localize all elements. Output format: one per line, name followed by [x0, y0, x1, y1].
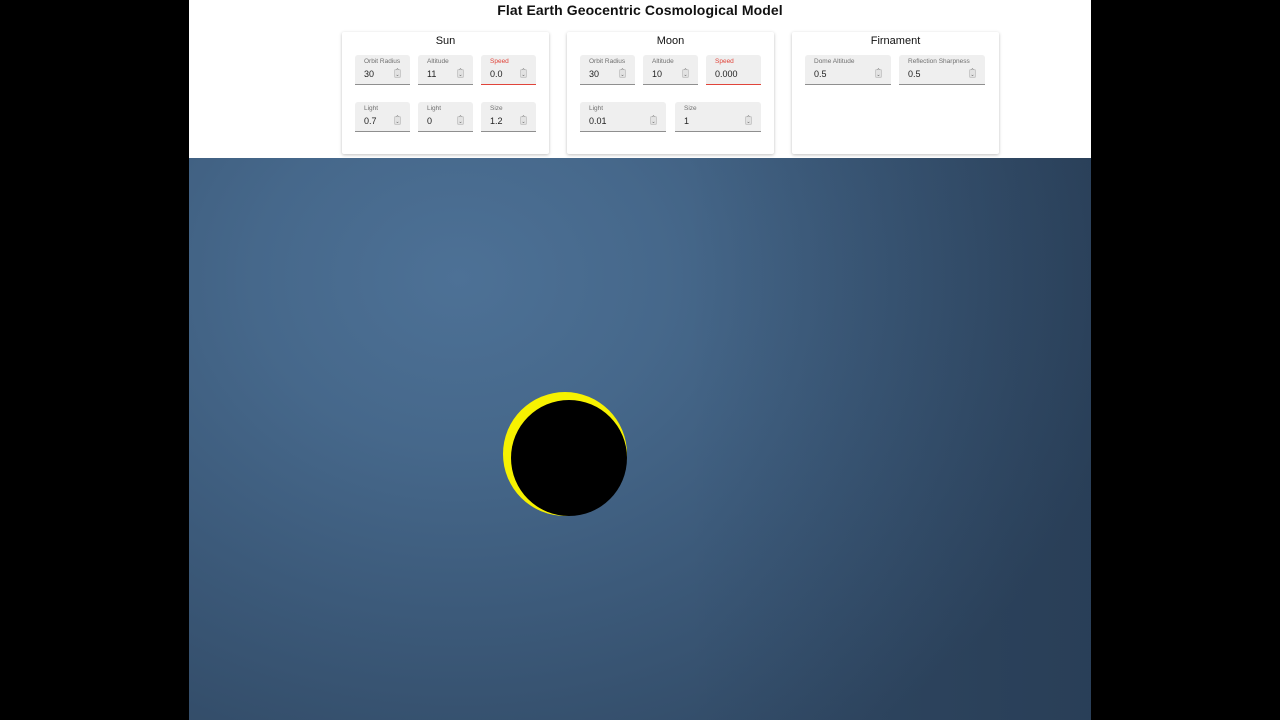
- dome-altitude-field[interactable]: Dome Altitude 0.5 ⌃ ⌄: [805, 55, 891, 85]
- moon-speed-field[interactable]: Speed 0.000: [706, 55, 761, 85]
- number-stepper-icon[interactable]: ⌃ ⌄: [875, 69, 882, 78]
- field-label: Speed: [715, 58, 734, 65]
- firmament-panel-title: Firnament: [870, 35, 921, 47]
- number-stepper-icon[interactable]: ⌃ ⌄: [745, 116, 752, 125]
- field-label: Size: [684, 105, 697, 112]
- number-stepper-icon[interactable]: ⌃ ⌄: [619, 69, 626, 78]
- number-stepper-icon[interactable]: ⌃ ⌄: [682, 69, 689, 78]
- number-stepper-icon[interactable]: ⌃ ⌄: [969, 69, 976, 78]
- scene-viewport[interactable]: [189, 158, 1091, 720]
- field-label: Altitude: [427, 58, 449, 65]
- sun-speed-field[interactable]: Speed 0.0 ⌃ ⌄: [481, 55, 536, 85]
- moon-panel-title: Moon: [656, 35, 685, 47]
- sun-size-input[interactable]: 1.2: [490, 116, 503, 126]
- number-stepper-icon[interactable]: ⌃ ⌄: [457, 116, 464, 125]
- sun-light-field[interactable]: Light 0.7 ⌃ ⌄: [355, 102, 410, 132]
- field-label: Altitude: [652, 58, 674, 65]
- sun-light-input[interactable]: 0.7: [364, 116, 377, 126]
- moon-light-input[interactable]: 0.01: [589, 116, 607, 126]
- moon-size-field[interactable]: Size 1 ⌃ ⌄: [675, 102, 761, 132]
- reflection-sharpness-input[interactable]: 0.5: [908, 69, 921, 79]
- moon-disc: [511, 400, 627, 516]
- number-stepper-icon[interactable]: ⌃ ⌄: [520, 69, 527, 78]
- field-label: Size: [490, 105, 503, 112]
- reflection-sharpness-field[interactable]: Reflection Sharpness 0.5 ⌃ ⌄: [899, 55, 985, 85]
- field-label: Light: [427, 105, 442, 112]
- field-label: Speed: [490, 58, 509, 65]
- page-title: Flat Earth Geocentric Cosmological Model: [497, 2, 783, 18]
- number-stepper-icon[interactable]: ⌃ ⌄: [457, 69, 464, 78]
- number-stepper-icon[interactable]: ⌃ ⌄: [394, 69, 401, 78]
- sun-orbit-radius-field[interactable]: Orbit Radius 30 ⌃ ⌄: [355, 55, 410, 85]
- sun-speed-input[interactable]: 0.0: [490, 69, 503, 79]
- app-window: Flat Earth Geocentric Cosmological Model…: [189, 0, 1091, 720]
- field-label: Orbit Radius: [589, 58, 626, 65]
- field-label: Reflection Sharpness: [908, 58, 970, 65]
- sun-orbit-radius-input[interactable]: 30: [364, 69, 374, 79]
- field-label: Light: [589, 105, 604, 112]
- moon-light-field[interactable]: Light 0.01 ⌃ ⌄: [580, 102, 666, 132]
- sun-altitude-input[interactable]: 11: [427, 69, 436, 79]
- field-label: Light: [364, 105, 379, 112]
- firmament-panel: Firnament Dome Altitude 0.5 ⌃ ⌄ Reflectio…: [792, 32, 999, 154]
- sun-panel-title: Sun: [435, 35, 456, 47]
- moon-altitude-input[interactable]: 10: [652, 69, 662, 79]
- number-stepper-icon[interactable]: ⌃ ⌄: [520, 116, 527, 125]
- sun-panel: Sun Orbit Radius 30 ⌃ ⌄ Altitude 11 ⌃ ⌄ Sp…: [342, 32, 549, 154]
- sun-size-field[interactable]: Size 1.2 ⌃ ⌄: [481, 102, 536, 132]
- field-label: Orbit Radius: [364, 58, 401, 65]
- moon-speed-input[interactable]: 0.000: [715, 69, 738, 79]
- moon-orbit-radius-input[interactable]: 30: [589, 69, 599, 79]
- number-stepper-icon[interactable]: ⌃ ⌄: [650, 116, 657, 125]
- sun-light-2-field[interactable]: Light 0 ⌃ ⌄: [418, 102, 473, 132]
- dome-altitude-input[interactable]: 0.5: [814, 69, 827, 79]
- field-label: Dome Altitude: [814, 58, 855, 65]
- moon-altitude-field[interactable]: Altitude 10 ⌃ ⌄: [643, 55, 698, 85]
- moon-panel: Moon Orbit Radius 30 ⌃ ⌄ Altitude 10 ⌃ ⌄ S…: [567, 32, 774, 154]
- sky-shading: [189, 158, 1091, 720]
- number-stepper-icon[interactable]: ⌃ ⌄: [394, 116, 401, 125]
- sun-altitude-field[interactable]: Altitude 11 ⌃ ⌄: [418, 55, 473, 85]
- sun-light-2-input[interactable]: 0: [427, 116, 432, 126]
- moon-size-input[interactable]: 1: [684, 116, 689, 126]
- moon-orbit-radius-field[interactable]: Orbit Radius 30 ⌃ ⌄: [580, 55, 635, 85]
